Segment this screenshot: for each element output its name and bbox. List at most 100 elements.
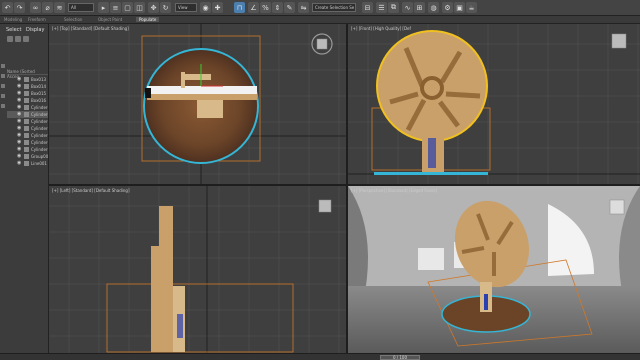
filter-icon[interactable]	[7, 36, 13, 42]
selection-filter-dropdown[interactable]: All	[68, 3, 94, 12]
explorer-row[interactable]: ◉ Cylinder00	[7, 104, 48, 111]
visibility-eye-icon[interactable]: ◉	[17, 118, 21, 125]
viewcube-persp[interactable]	[609, 199, 625, 215]
percent-snap-icon[interactable]: %	[260, 2, 271, 13]
mirror-icon[interactable]: ⇋	[298, 2, 309, 13]
tab-modeling[interactable]: Modeling	[4, 17, 22, 22]
edit-named-selection-icon[interactable]: ✎	[284, 2, 295, 13]
undo-icon[interactable]: ↶	[2, 2, 13, 13]
rendered-frame-window-icon[interactable]: ▣	[454, 2, 465, 13]
viewport-splitter-vertical[interactable]	[346, 24, 348, 355]
explorer-row[interactable]: ◉ Cylinder00	[7, 132, 48, 139]
visibility-eye-icon[interactable]: ◉	[17, 111, 21, 118]
material-editor-icon[interactable]: ◍	[428, 2, 439, 13]
explorer-row[interactable]: ◉ Cylinder00	[7, 111, 48, 118]
viewport-front-label[interactable]: [+] [Front] [High Quality] [Def	[351, 26, 411, 31]
curve-editor-icon[interactable]: ∿	[402, 2, 413, 13]
explorer-row[interactable]: ◉ Group002	[7, 153, 48, 160]
visibility-eye-icon[interactable]: ◉	[17, 90, 21, 97]
snaps-toggle-icon[interactable]: ⊓	[234, 2, 245, 13]
explorer-row[interactable]: ◉ Box013	[7, 76, 48, 83]
explorer-row[interactable]: ◉ Cylinder00	[7, 125, 48, 132]
explorer-row[interactable]: ◉ Line001	[7, 160, 48, 167]
visibility-eye-icon[interactable]: ◉	[17, 97, 21, 104]
toggle-layer-explorer-icon[interactable]: ⧉	[388, 2, 399, 13]
explorer-column-header[interactable]: Name (Sorted Ascen	[7, 69, 48, 79]
visibility-eye-icon[interactable]: ◉	[17, 132, 21, 139]
explorer-row-name: Box016	[31, 98, 47, 103]
viewport-top[interactable]: [+] [Top] [Standard] [Default Shading]	[49, 24, 346, 184]
spinner-snap-icon[interactable]: ⇕	[272, 2, 283, 13]
table-edge-strip	[147, 86, 257, 94]
explorer-row[interactable]: ◉ Box015	[7, 90, 48, 97]
unlink-icon[interactable]: ⌀	[42, 2, 53, 13]
select-and-move-icon[interactable]: ✥	[148, 2, 159, 13]
viewport-front-canvas	[348, 24, 640, 184]
render-setup-icon[interactable]: ⚙	[442, 2, 453, 13]
explorer-row[interactable]: ◉ Box014	[7, 83, 48, 90]
tab-selection[interactable]: Selection	[64, 17, 82, 22]
named-selection-set-dropdown[interactable]: Create Selection Se	[312, 3, 356, 12]
explorer-row-name: Cylinder00	[31, 119, 48, 124]
schematic-view-icon[interactable]: ⊞	[414, 2, 425, 13]
visibility-eye-icon[interactable]: ◉	[17, 83, 21, 90]
visibility-eye-icon[interactable]: ◉	[17, 125, 21, 132]
explorer-row[interactable]: ◉ Cylinder00	[7, 139, 48, 146]
bind-space-warp-icon[interactable]: ≋	[54, 2, 65, 13]
filter-icon[interactable]	[1, 74, 5, 78]
explorer-row-name: Group002	[31, 154, 48, 159]
viewport-front[interactable]: [+] [Front] [High Quality] [Def	[348, 24, 640, 184]
explorer-row[interactable]: ◉ Box016	[7, 97, 48, 104]
visibility-eye-icon[interactable]: ◉	[17, 104, 21, 111]
visibility-eye-icon[interactable]: ◉	[17, 160, 21, 167]
link-icon[interactable]: ∞	[30, 2, 41, 13]
toggle-scene-explorer-icon[interactable]: ☰	[376, 2, 387, 13]
hierarchy-icon[interactable]	[23, 36, 29, 42]
viewport-splitter-horizontal[interactable]	[49, 184, 640, 186]
viewcube-front[interactable]	[611, 33, 627, 49]
select-object-icon[interactable]: ▸	[98, 2, 109, 13]
tab-populate[interactable]: Populate	[136, 17, 160, 22]
filter-icon[interactable]	[1, 104, 5, 108]
viewport-persp-label[interactable]: [+] [Perspective] [Standard] [Edged Face…	[351, 188, 437, 193]
object-type-icon	[24, 119, 29, 124]
explorer-row[interactable]: ◉ Cylinder00	[7, 146, 48, 153]
object-type-icon	[24, 105, 29, 110]
time-slider[interactable]: 0 / 100	[380, 355, 420, 360]
tab-object-paint[interactable]: Object Paint	[98, 17, 122, 22]
explorer-row-name: Cylinder00	[31, 140, 48, 145]
tab-freeform[interactable]: Freeform	[28, 17, 46, 22]
visibility-eye-icon[interactable]: ◉	[17, 146, 21, 153]
find-icon[interactable]	[15, 36, 21, 42]
viewcube-left[interactable]	[318, 199, 332, 213]
window-crossing-icon[interactable]: ◫	[134, 2, 145, 13]
align-icon[interactable]: ⊟	[362, 2, 373, 13]
reference-coordinate-dropdown[interactable]: View	[175, 3, 197, 12]
viewport-left[interactable]: [+] [Left] [Standard] [Default Shading]	[49, 186, 346, 354]
filter-icon[interactable]	[1, 84, 5, 88]
explorer-tab-select[interactable]: Select	[6, 27, 21, 33]
viewport-top-label[interactable]: [+] [Top] [Standard] [Default Shading]	[52, 26, 129, 31]
angle-snap-icon[interactable]: ∠	[248, 2, 259, 13]
object-type-icon	[24, 133, 29, 138]
object-type-icon	[24, 112, 29, 117]
visibility-eye-icon[interactable]: ◉	[17, 153, 21, 160]
select-by-name-icon[interactable]: ≡	[110, 2, 121, 13]
table-top-side-object[interactable]	[159, 206, 173, 352]
visibility-eye-icon[interactable]: ◉	[17, 139, 21, 146]
select-and-rotate-icon[interactable]: ↻	[160, 2, 171, 13]
explorer-tab-display[interactable]: Display	[26, 27, 44, 33]
select-and-manipulate-icon[interactable]: ✚	[212, 2, 223, 13]
viewport-perspective[interactable]: [+] [Perspective] [Standard] [Edged Face…	[348, 186, 640, 354]
render-production-icon[interactable]: ☕	[466, 2, 477, 13]
explorer-row[interactable]: ◉ Cylinder00	[7, 118, 48, 125]
viewport-left-label[interactable]: [+] [Left] [Standard] [Default Shading]	[52, 188, 130, 193]
redo-icon[interactable]: ↷	[14, 2, 25, 13]
filter-icon[interactable]	[1, 64, 5, 68]
timeline-bar: 0 / 100	[0, 353, 640, 360]
visibility-eye-icon[interactable]: ◉	[17, 76, 21, 83]
use-pivot-center-icon[interactable]: ◉	[200, 2, 211, 13]
filter-icon[interactable]	[1, 94, 5, 98]
rectangle-selection-icon[interactable]: ▢	[122, 2, 133, 13]
explorer-row-name: Box014	[31, 84, 47, 89]
